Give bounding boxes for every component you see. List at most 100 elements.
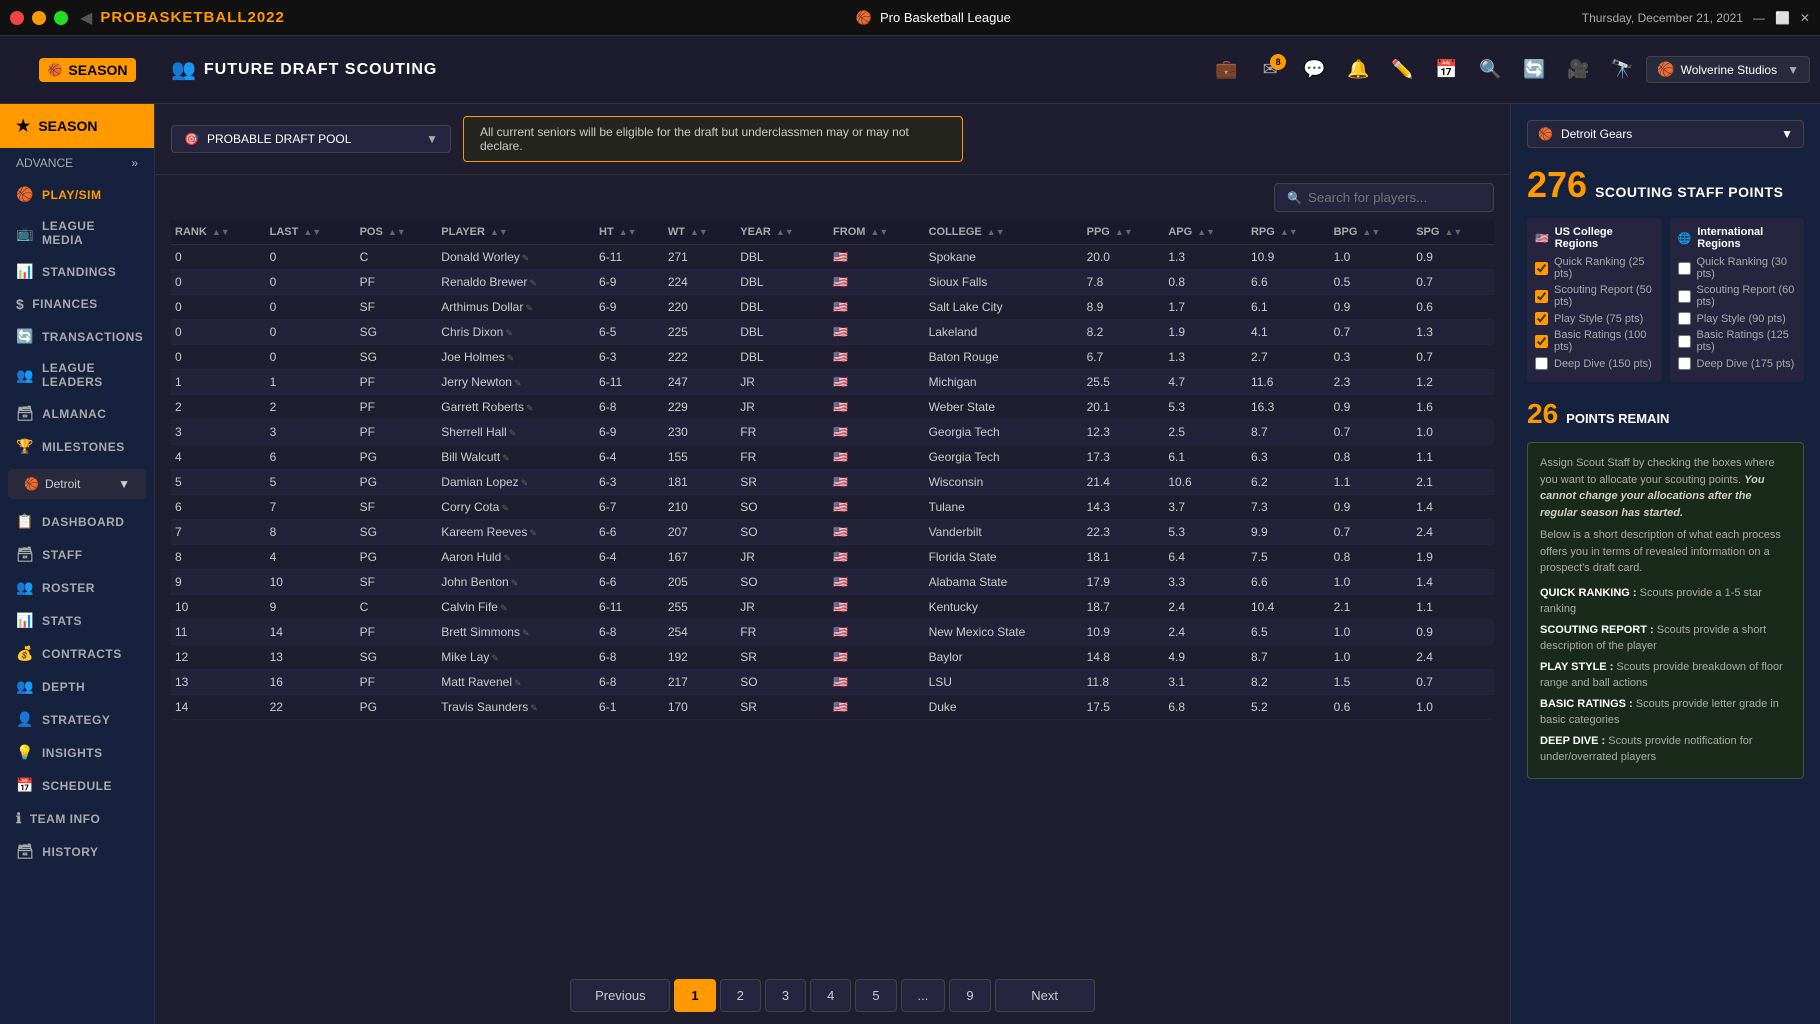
us-quick-ranking[interactable]: Quick Ranking (25 pts)	[1535, 256, 1654, 280]
intl-play-style[interactable]: Play Style (90 pts)	[1678, 312, 1797, 325]
chat-icon[interactable]: 💬	[1294, 50, 1334, 90]
table-row[interactable]: 14 22 PG Travis Saunders✎ 6-1 170 SR 🇺🇸 …	[171, 695, 1494, 720]
table-row[interactable]: 3 3 PF Sherrell Hall✎ 6-9 230 FR 🇺🇸 Geor…	[171, 420, 1494, 445]
intl-play-style-check[interactable]	[1678, 312, 1691, 325]
intl-quick-ranking-check[interactable]	[1678, 262, 1691, 275]
refresh-icon[interactable]: 🔄	[1514, 50, 1554, 90]
sidebar-item-league-media[interactable]: 📺 LEAGUE MEDIA	[0, 211, 154, 255]
sidebar-item-schedule[interactable]: 📅 SCHEDULE	[0, 769, 154, 802]
us-quick-ranking-check[interactable]	[1535, 262, 1548, 275]
table-row[interactable]: 2 2 PF Garrett Roberts✎ 6-8 229 JR 🇺🇸 We…	[171, 395, 1494, 420]
search-input[interactable]	[1308, 190, 1481, 205]
sidebar-item-team-info[interactable]: ℹ TEAM INFO	[0, 802, 154, 835]
team-selector-right[interactable]: 🏀 Detroit Gears ▼	[1527, 120, 1804, 148]
season-nav-btn[interactable]: 🏀 SEASON	[39, 58, 135, 82]
page-3-button[interactable]: 3	[765, 979, 806, 1012]
sidebar-item-depth[interactable]: 👥 DEPTH	[0, 670, 154, 703]
us-deep-dive[interactable]: Deep Dive (150 pts)	[1535, 357, 1654, 370]
us-deep-dive-check[interactable]	[1535, 357, 1548, 370]
season-button[interactable]: ★ SEASON	[0, 104, 154, 148]
table-row[interactable]: 13 16 PF Matt Ravenel✎ 6-8 217 SO 🇺🇸 LSU…	[171, 670, 1494, 695]
minimize-icon[interactable]: —	[1753, 11, 1765, 25]
sidebar-item-history[interactable]: 🗃 HISTORY	[0, 835, 154, 868]
us-play-style-check[interactable]	[1535, 312, 1548, 325]
edit-icon[interactable]: ✏️	[1382, 50, 1422, 90]
search-container[interactable]: 🔍	[1274, 183, 1494, 212]
table-row[interactable]: 4 6 PG Bill Walcutt✎ 6-4 155 FR 🇺🇸 Georg…	[171, 445, 1494, 470]
col-rank[interactable]: RANK ▲▼	[171, 220, 266, 245]
sidebar-item-strategy[interactable]: 👤 STRATEGY	[0, 703, 154, 736]
col-last[interactable]: LAST ▲▼	[266, 220, 356, 245]
us-basic-ratings-check[interactable]	[1535, 335, 1548, 348]
team-dropdown[interactable]: 🏀 Detroit ▼	[8, 469, 146, 499]
col-player[interactable]: PLAYER ▲▼	[437, 220, 595, 245]
camera-icon[interactable]: 🎥	[1558, 50, 1598, 90]
team-selector-nav[interactable]: 🏀 Wolverine Studios ▼	[1646, 56, 1810, 83]
col-pos[interactable]: POS ▲▼	[356, 220, 438, 245]
col-wt[interactable]: WT ▲▼	[664, 220, 736, 245]
sidebar-item-insights[interactable]: 💡 INSIGHTS	[0, 736, 154, 769]
us-scouting-report[interactable]: Scouting Report (50 pts)	[1535, 284, 1654, 308]
col-from[interactable]: FROM ▲▼	[829, 220, 925, 245]
table-row[interactable]: 9 10 SF John Benton✎ 6-6 205 SO 🇺🇸 Alaba…	[171, 570, 1494, 595]
calendar-icon[interactable]: 📅	[1426, 50, 1466, 90]
briefcase-icon[interactable]: 💼	[1206, 50, 1246, 90]
table-row[interactable]: 11 14 PF Brett Simmons✎ 6-8 254 FR 🇺🇸 Ne…	[171, 620, 1494, 645]
col-spg[interactable]: SPG ▲▼	[1412, 220, 1494, 245]
sidebar-item-staff[interactable]: 🗃 STAFF	[0, 538, 154, 571]
table-row[interactable]: 0 0 PF Renaldo Brewer✎ 6-9 224 DBL 🇺🇸 Si…	[171, 270, 1494, 295]
table-row[interactable]: 5 5 PG Damian Lopez✎ 6-3 181 SR 🇺🇸 Wisco…	[171, 470, 1494, 495]
sidebar-item-dashboard[interactable]: 📋 DASHBOARD	[0, 505, 154, 538]
table-row[interactable]: 8 4 PG Aaron Huld✎ 6-4 167 JR 🇺🇸 Florida…	[171, 545, 1494, 570]
col-ht[interactable]: HT ▲▼	[595, 220, 664, 245]
minimize-button[interactable]	[32, 11, 46, 25]
page-9-button[interactable]: 9	[949, 979, 990, 1012]
table-row[interactable]: 0 0 C Donald Worley✎ 6-11 271 DBL 🇺🇸 Spo…	[171, 245, 1494, 270]
sidebar-item-roster[interactable]: 👥 ROSTER	[0, 571, 154, 604]
mail-icon[interactable]: ✉ 8	[1250, 50, 1290, 90]
sidebar-item-standings[interactable]: 📊 STANDINGS	[0, 255, 154, 288]
close-icon[interactable]: ✕	[1800, 11, 1810, 25]
col-ppg[interactable]: PPG ▲▼	[1083, 220, 1165, 245]
intl-quick-ranking[interactable]: Quick Ranking (30 pts)	[1678, 256, 1797, 280]
table-row[interactable]: 7 8 SG Kareem Reeves✎ 6-6 207 SO 🇺🇸 Vand…	[171, 520, 1494, 545]
col-apg[interactable]: APG ▲▼	[1164, 220, 1247, 245]
col-year[interactable]: YEAR ▲▼	[736, 220, 829, 245]
intl-basic-ratings[interactable]: Basic Ratings (125 pts)	[1678, 329, 1797, 353]
sidebar-item-milestones[interactable]: 🏆 MILESTONES	[0, 430, 154, 463]
restore-icon[interactable]: ⬜	[1775, 11, 1790, 25]
close-button[interactable]	[10, 11, 24, 25]
maximize-button[interactable]	[54, 11, 68, 25]
sidebar-item-transactions[interactable]: 🔄 TRANSACTIONS	[0, 320, 154, 353]
table-row[interactable]: 12 13 SG Mike Lay✎ 6-8 192 SR 🇺🇸 Baylor …	[171, 645, 1494, 670]
sidebar-item-finances[interactable]: $ FINANCES	[0, 288, 154, 320]
page-1-button[interactable]: 1	[674, 979, 715, 1012]
intl-deep-dive-check[interactable]	[1678, 357, 1691, 370]
col-rpg[interactable]: RPG ▲▼	[1247, 220, 1330, 245]
page-5-button[interactable]: 5	[855, 979, 896, 1012]
sidebar-item-advance[interactable]: ADVANCE »	[0, 148, 154, 178]
search-icon[interactable]: 🔍	[1470, 50, 1510, 90]
next-button[interactable]: Next	[995, 979, 1095, 1012]
sidebar-item-playsim[interactable]: 🏀 PLAY/SIM	[0, 178, 154, 211]
page-4-button[interactable]: 4	[810, 979, 851, 1012]
page-2-button[interactable]: 2	[720, 979, 761, 1012]
draft-pool-dropdown[interactable]: 🎯 PROBABLE DRAFT POOL ▼	[171, 125, 451, 153]
us-basic-ratings[interactable]: Basic Ratings (100 pts)	[1535, 329, 1654, 353]
prev-button[interactable]: Previous	[570, 979, 670, 1012]
intl-deep-dive[interactable]: Deep Dive (175 pts)	[1678, 357, 1797, 370]
sidebar-item-league-leaders[interactable]: 👥 LEAGUE LEADERS	[0, 353, 154, 397]
us-play-style[interactable]: Play Style (75 pts)	[1535, 312, 1654, 325]
binoculars-icon[interactable]: 🔭	[1602, 50, 1642, 90]
intl-scouting-report[interactable]: Scouting Report (60 pts)	[1678, 284, 1797, 308]
intl-basic-ratings-check[interactable]	[1678, 335, 1691, 348]
col-college[interactable]: COLLEGE ▲▼	[925, 220, 1083, 245]
bell-icon[interactable]: 🔔	[1338, 50, 1378, 90]
table-row[interactable]: 0 0 SG Chris Dixon✎ 6-5 225 DBL 🇺🇸 Lakel…	[171, 320, 1494, 345]
sidebar-item-stats[interactable]: 📊 STATS	[0, 604, 154, 637]
table-row[interactable]: 0 0 SG Joe Holmes✎ 6-3 222 DBL 🇺🇸 Baton …	[171, 345, 1494, 370]
table-row[interactable]: 6 7 SF Corry Cota✎ 6-7 210 SO 🇺🇸 Tulane …	[171, 495, 1494, 520]
table-row[interactable]: 10 9 C Calvin Fife✎ 6-11 255 JR 🇺🇸 Kentu…	[171, 595, 1494, 620]
table-row[interactable]: 0 0 SF Arthimus Dollar✎ 6-9 220 DBL 🇺🇸 S…	[171, 295, 1494, 320]
intl-scouting-report-check[interactable]	[1678, 290, 1691, 303]
